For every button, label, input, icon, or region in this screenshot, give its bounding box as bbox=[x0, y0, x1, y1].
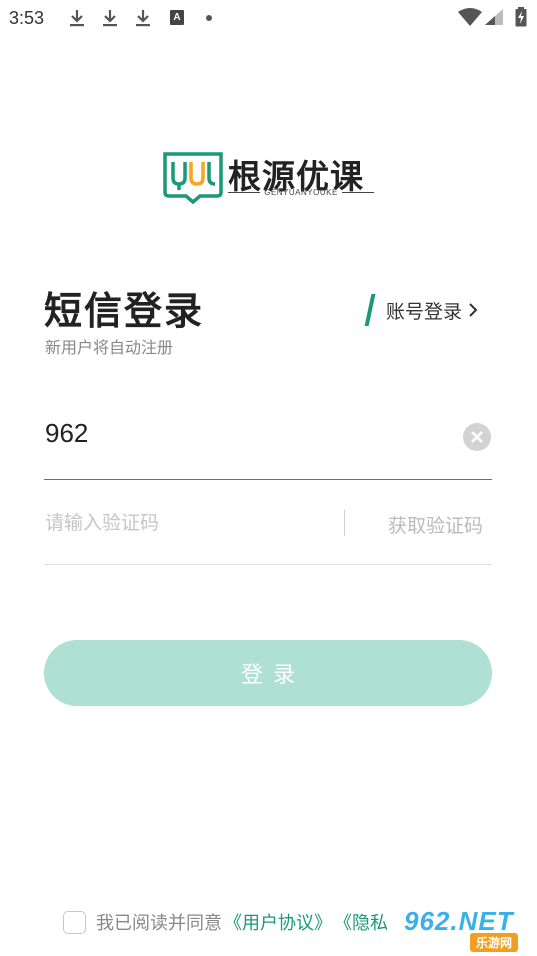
download-icon bbox=[70, 10, 84, 27]
battery-charging-icon bbox=[515, 7, 527, 27]
status-bar: 3:53 A bbox=[0, 0, 537, 36]
download-icon bbox=[136, 10, 150, 27]
wifi-icon bbox=[458, 8, 482, 26]
account-login-label: 账号登录 bbox=[386, 300, 463, 323]
login-button[interactable]: 登录 bbox=[44, 640, 492, 706]
page-subtitle: 新用户将自动注册 bbox=[45, 338, 174, 357]
agreement-row: 我已阅读并同意 《用户协议》 《隐私 bbox=[63, 908, 388, 936]
privacy-policy-link[interactable]: 《隐私 bbox=[334, 909, 388, 935]
verification-code-input[interactable]: 请输入验证码 bbox=[45, 508, 159, 535]
dot-icon bbox=[206, 15, 212, 21]
verification-code-field[interactable]: 请输入验证码 获取验证码 bbox=[44, 490, 492, 565]
status-time: 3:53 bbox=[9, 8, 45, 28]
phone-input[interactable]: 962 bbox=[45, 418, 88, 449]
watermark: 962.NET 乐游网 bbox=[400, 906, 532, 952]
watermark-sub: 乐游网 bbox=[470, 933, 519, 952]
field-divider bbox=[344, 510, 345, 536]
user-agreement-link[interactable]: 《用户协议》 bbox=[224, 909, 332, 935]
app-logo: 根源优课 GENYUANYOUKE bbox=[162, 148, 376, 204]
agreement-checkbox[interactable] bbox=[63, 910, 86, 934]
accent-bar bbox=[364, 294, 376, 326]
phone-field[interactable]: 962 bbox=[44, 400, 492, 480]
logo-subtitle: GENYUANYOUKE bbox=[228, 188, 375, 197]
account-login-link[interactable]: 账号登录 bbox=[364, 294, 478, 326]
download-icon bbox=[103, 10, 117, 27]
logo-mark-icon bbox=[163, 152, 223, 204]
page-title: 短信登录 bbox=[44, 289, 205, 333]
get-code-button[interactable]: 获取验证码 bbox=[388, 511, 483, 538]
signal-icon bbox=[485, 9, 503, 25]
agreement-prefix: 我已阅读并同意 bbox=[96, 913, 222, 934]
a-notification-icon: A bbox=[170, 10, 184, 25]
logo-subtitle-text: GENYUANYOUKE bbox=[264, 188, 338, 197]
chevron-right-icon bbox=[469, 303, 478, 317]
clear-icon[interactable] bbox=[463, 423, 491, 451]
